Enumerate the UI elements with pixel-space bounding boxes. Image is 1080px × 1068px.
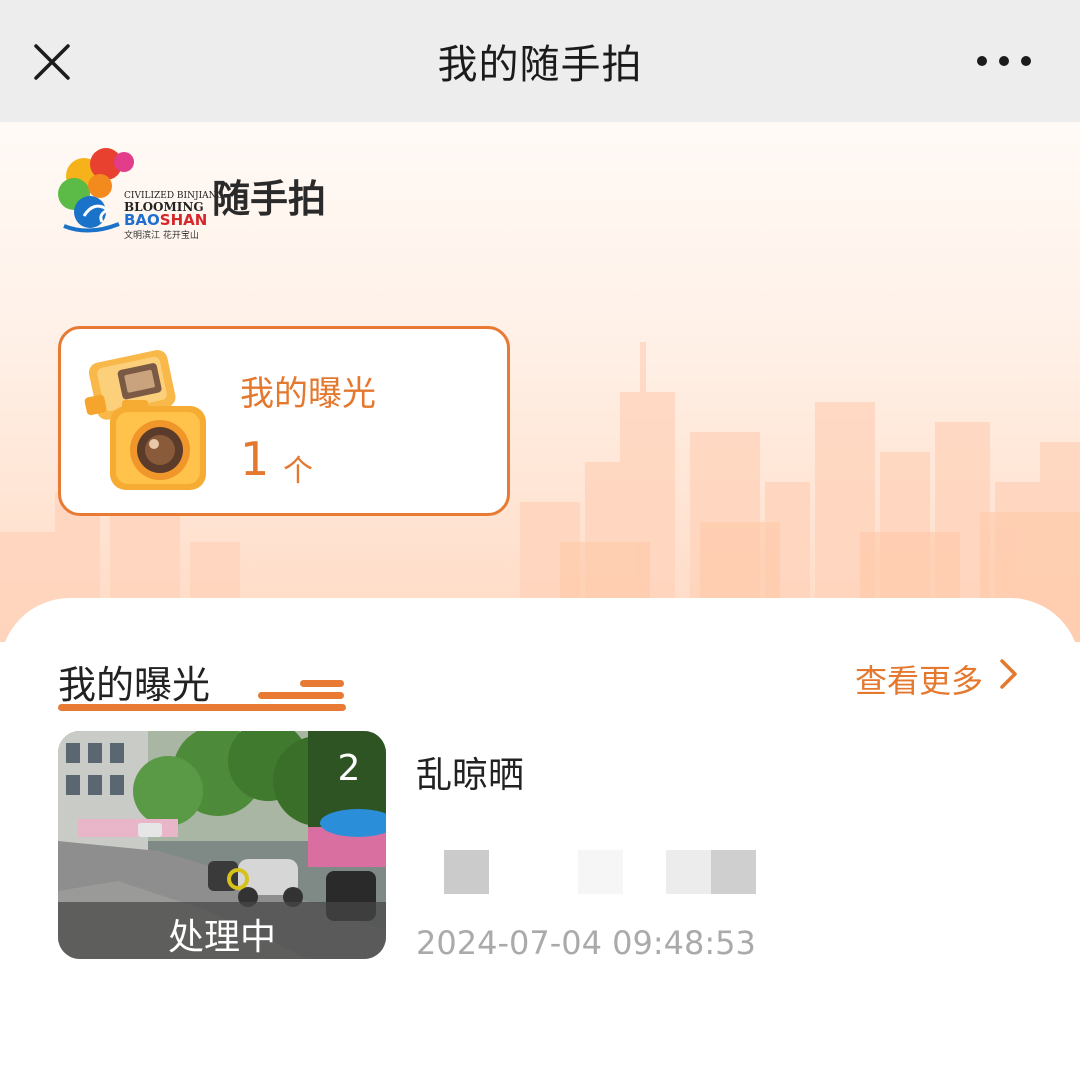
section-underline-decoration <box>58 680 346 711</box>
chevron-right-icon[interactable] <box>998 658 1020 690</box>
redacted-location-block <box>711 850 756 894</box>
more-dots-icon[interactable] <box>974 46 1034 76</box>
close-icon[interactable] <box>30 40 74 84</box>
photo-count-badge: 2 <box>337 748 361 789</box>
summary-card-label: 我的曝光 <box>240 374 376 414</box>
brand-name: 随手拍 <box>212 177 327 221</box>
brand-tagline: 文明滨江 花开宝山 <box>124 231 199 241</box>
exposure-timestamp: 2024-07-04 09:48:53 <box>416 924 756 962</box>
camera-icon <box>84 350 206 490</box>
view-more-link[interactable]: 查看更多 <box>855 656 983 702</box>
summary-card-count: 1 <box>240 432 270 486</box>
redacted-location-block <box>666 850 711 894</box>
brand-line-3a: BAO <box>124 211 160 229</box>
title-bar: 我的随手拍 <box>0 0 1080 122</box>
redacted-location-block <box>444 850 489 894</box>
page-title: 我的随手拍 <box>437 42 643 88</box>
exposure-item-title[interactable]: 乱晾晒 <box>416 746 524 798</box>
brand-line-3: BAOSHAN <box>124 211 207 229</box>
brand-line-3b: SHAN <box>159 211 208 229</box>
status-badge: 处理中 <box>167 917 276 958</box>
summary-card-unit: 个 <box>283 454 313 489</box>
redacted-location-block <box>578 850 623 894</box>
